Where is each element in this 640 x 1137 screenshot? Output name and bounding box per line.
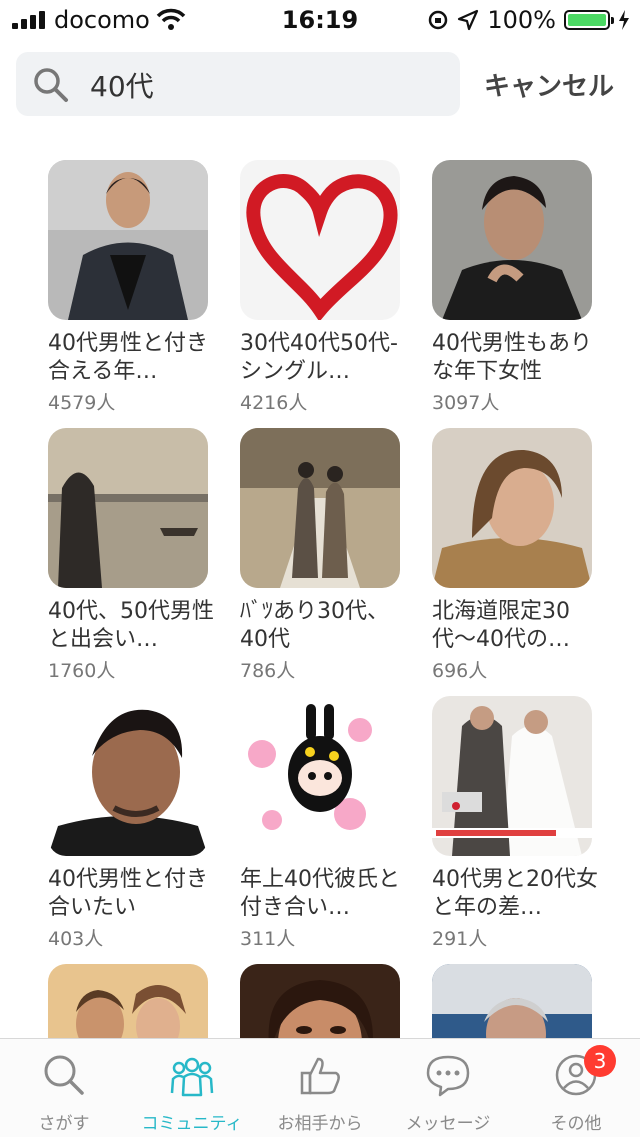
charging-icon [619, 10, 629, 30]
community-thumbnail[interactable] [48, 696, 208, 856]
member-count: 696人 [432, 660, 488, 682]
cancel-button[interactable]: キャンセル [484, 66, 614, 103]
orientation-lock-icon [429, 10, 448, 30]
community-title: 30代40代50代-シングル… [240, 331, 398, 384]
tab-label: お相手から [277, 1114, 363, 1134]
community-title: ﾊﾞﾂあり30代、40代 [240, 599, 389, 652]
community-title: 40代男性もありな年下女性 [432, 331, 592, 384]
community-thumbnail[interactable] [432, 696, 592, 856]
community-card[interactable]: 年上40代彼氏と付き合い… 311人 [240, 696, 408, 951]
member-count: 403人 [48, 928, 104, 950]
tab-label: メッセージ [405, 1114, 491, 1134]
community-thumbnail[interactable] [432, 428, 592, 588]
community-thumbnail[interactable] [240, 964, 400, 1038]
notification-badge: 3 [584, 1045, 616, 1077]
community-card[interactable]: 北海道限定30代〜40代の… 696人 [432, 428, 600, 683]
tab-search[interactable]: さがす [0, 1039, 128, 1137]
tab-label: その他 [550, 1114, 602, 1134]
tab-label: コミュニティ [141, 1114, 243, 1134]
community-title: 年上40代彼氏と付き合い… [240, 867, 400, 920]
community-thumbnail[interactable] [240, 696, 400, 856]
tab-community[interactable]: コミュニティ [128, 1039, 256, 1137]
member-count: 3097人 [432, 392, 500, 414]
community-thumbnail[interactable] [48, 428, 208, 588]
tab-likes[interactable]: お相手から [256, 1039, 384, 1137]
tab-other[interactable]: 3 その他 [512, 1039, 640, 1137]
tab-bar: さがす コミュニティ お相手から メッセージ 3 その他 [0, 1038, 640, 1137]
community-grid: 40代男性と付き合える年… 4579人 30代40代50代-シングル… 4216… [0, 160, 640, 1038]
community-thumbnail[interactable] [240, 160, 400, 320]
member-count: 786人 [240, 660, 296, 682]
community-icon [170, 1057, 214, 1097]
battery-icon [564, 10, 614, 30]
community-card[interactable]: 40代男性と付き合える年… 4579人 [48, 160, 216, 415]
community-card[interactable] [240, 964, 408, 1038]
community-title: 40代男性と付き合える年… [48, 331, 208, 384]
community-card[interactable]: 40代男性と付き合いたい 403人 [48, 696, 216, 951]
community-card[interactable] [48, 964, 216, 1038]
community-title: 北海道限定30代〜40代の… [432, 599, 570, 652]
community-title: 40代男性と付き合いたい [48, 867, 208, 920]
status-bar: docomo 16:19 100% [0, 0, 640, 40]
search-icon [34, 68, 68, 102]
community-thumbnail[interactable] [432, 964, 592, 1038]
thumbs-up-icon [300, 1057, 340, 1095]
community-thumbnail[interactable] [48, 964, 208, 1038]
location-icon [458, 9, 479, 31]
member-count: 291人 [432, 928, 488, 950]
member-count: 311人 [240, 928, 296, 950]
community-thumbnail[interactable] [432, 160, 592, 320]
community-thumbnail[interactable] [48, 160, 208, 320]
community-title: 40代男と20代女と年の差… [432, 867, 598, 920]
member-count: 4579人 [48, 392, 116, 414]
member-count: 1760人 [48, 660, 116, 682]
search-bar[interactable] [16, 52, 460, 116]
tab-messages[interactable]: メッセージ [384, 1039, 512, 1137]
member-count: 4216人 [240, 392, 308, 414]
community-card[interactable]: 40代男性もありな年下女性 3097人 [432, 160, 600, 415]
message-icon [426, 1055, 470, 1097]
tab-label: さがす [38, 1114, 90, 1134]
community-card[interactable]: 40代、50代男性と出会い… 1760人 [48, 428, 216, 683]
community-card[interactable]: 30代40代50代-シングル… 4216人 [240, 160, 408, 415]
community-card[interactable] [432, 964, 600, 1038]
battery-percent: 100% [487, 6, 556, 34]
community-card[interactable]: 40代男と20代女と年の差… 291人 [432, 696, 600, 951]
community-thumbnail[interactable] [240, 428, 400, 588]
search-input[interactable] [88, 62, 452, 108]
search-icon [44, 1055, 84, 1095]
community-card[interactable]: ﾊﾞﾂあり30代、40代 786人 [240, 428, 408, 683]
community-title: 40代、50代男性と出会い… [48, 599, 214, 652]
